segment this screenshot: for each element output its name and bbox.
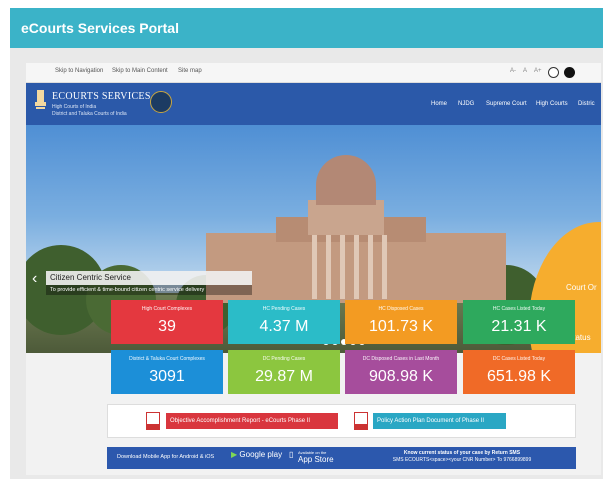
stat-label: DC Cases Listed Today <box>492 356 546 362</box>
pillar <box>354 235 359 299</box>
stat-label: HC Pending Cases <box>262 306 306 312</box>
brand-subtitle-2: District and Taluka Courts of India <box>52 111 127 117</box>
skip-bar: Skip to Navigation Skip to Main Content … <box>26 63 601 83</box>
stat-value: 29.87 M <box>255 368 313 385</box>
main-navbar: ECOURTS SERVICES High Courts of India Di… <box>26 83 601 125</box>
supreme-court-drum <box>308 200 384 235</box>
google-play-button[interactable]: ▶ Google play <box>231 450 282 459</box>
nav-district-courts[interactable]: Distric <box>578 101 595 107</box>
pillar <box>368 235 373 299</box>
nav-supreme-court[interactable]: Supreme Court <box>486 101 527 107</box>
play-store-icon: ▶ <box>231 450 238 459</box>
sms-line-2: SMS ECOURTS<space><your CNR Number> To 9… <box>392 457 532 463</box>
download-app-text: Download Mobile App for Android & iOS <box>117 454 215 460</box>
stat-tile-hc-disposed[interactable]: HC Disposed Cases 101.73 K <box>345 300 457 344</box>
stat-tile-dc-disposed-last-month[interactable]: DC Disposed Cases in Last Month 908.98 K <box>345 350 457 394</box>
app-store-label: App Store <box>298 455 334 464</box>
text-decrease-button[interactable]: A- <box>510 68 516 74</box>
skip-to-main-content-link[interactable]: Skip to Main Content <box>112 68 168 74</box>
national-emblem-icon <box>35 90 46 109</box>
sms-line-1: Know current status of your case by Retu… <box>403 450 521 456</box>
stat-value: 21.31 K <box>491 318 547 335</box>
nav-home[interactable]: Home <box>431 101 447 107</box>
apple-icon: ▯ <box>289 450 294 459</box>
slide-caption-title: Citizen Centric Service <box>46 271 252 285</box>
ecourts-homepage: Skip to Navigation Skip to Main Content … <box>26 63 601 475</box>
stat-value: 908.98 K <box>368 368 434 385</box>
slider-prev-icon[interactable]: ‹ <box>32 270 37 288</box>
mobile-app-bar: Download Mobile App for Android & iOS ▶ … <box>107 447 576 469</box>
stat-label: HC Cases Listed Today <box>492 306 546 312</box>
text-increase-button[interactable]: A+ <box>534 68 542 74</box>
sms-status-text: Know current status of your case by Retu… <box>357 450 567 464</box>
stat-value: 101.73 K <box>368 318 434 335</box>
stat-label: DC Disposed Cases in Last Month <box>362 356 440 362</box>
site-map-link[interactable]: Site map <box>178 68 202 74</box>
stat-tile-hc-listed-today[interactable]: HC Cases Listed Today 21.31 K <box>463 300 575 344</box>
ecommittee-logo-icon <box>150 91 172 113</box>
pillar <box>382 235 387 299</box>
pillar <box>312 235 317 299</box>
stat-tile-dc-complexes[interactable]: District & Taluka Court Complexes 3091 <box>111 350 223 394</box>
stat-value: 4.37 M <box>259 318 309 335</box>
court-orders-link[interactable]: Court Or <box>566 283 597 292</box>
reports-bar: Objective Accomplishment Report - eCourt… <box>107 404 576 438</box>
pillar <box>326 235 331 299</box>
slide-caption-subtitle: To provide efficient & time-bound citize… <box>50 287 205 293</box>
objective-report-link[interactable]: Objective Accomplishment Report - eCourt… <box>166 413 338 429</box>
brand-title: ECOURTS SERVICES <box>52 91 151 102</box>
portal-header: eCourts Services Portal <box>10 8 603 48</box>
stat-label: HC Disposed Cases <box>378 306 424 312</box>
light-theme-button[interactable] <box>548 67 559 78</box>
stat-tile-dc-listed-today[interactable]: DC Cases Listed Today 651.98 K <box>463 350 575 394</box>
pdf-icon <box>354 412 368 430</box>
dark-theme-button[interactable] <box>564 67 575 78</box>
supreme-court-dome <box>316 155 376 205</box>
stat-value: 3091 <box>149 368 185 385</box>
nav-njdg[interactable]: NJDG <box>458 101 474 107</box>
stat-tile-dc-pending[interactable]: DC Pending Cases 29.87 M <box>228 350 340 394</box>
stat-tile-hc-pending[interactable]: HC Pending Cases 4.37 M <box>228 300 340 344</box>
skip-to-navigation-link[interactable]: Skip to Navigation <box>55 68 103 74</box>
google-play-label: Google play <box>239 450 283 459</box>
portal-title: eCourts Services Portal <box>21 20 179 36</box>
stat-label: District & Taluka Court Complexes <box>129 356 205 362</box>
text-normal-button[interactable]: A <box>523 68 527 74</box>
nav-high-courts[interactable]: High Courts <box>536 101 568 107</box>
pdf-icon <box>146 412 160 430</box>
stat-value: 39 <box>158 318 176 335</box>
stat-value: 651.98 K <box>486 368 552 385</box>
stat-label: High Court Complexes <box>141 306 193 312</box>
stat-label: DC Pending Cases <box>262 356 306 362</box>
app-store-button[interactable]: ▯ Available on the App Store <box>289 450 334 464</box>
policy-action-plan-link[interactable]: Policy Action Plan Document of Phase II <box>373 413 506 429</box>
pillar <box>340 235 345 299</box>
brand-subtitle-1: High Courts of India <box>52 104 97 110</box>
stat-tile-hc-complexes[interactable]: High Court Complexes 39 <box>111 300 223 344</box>
